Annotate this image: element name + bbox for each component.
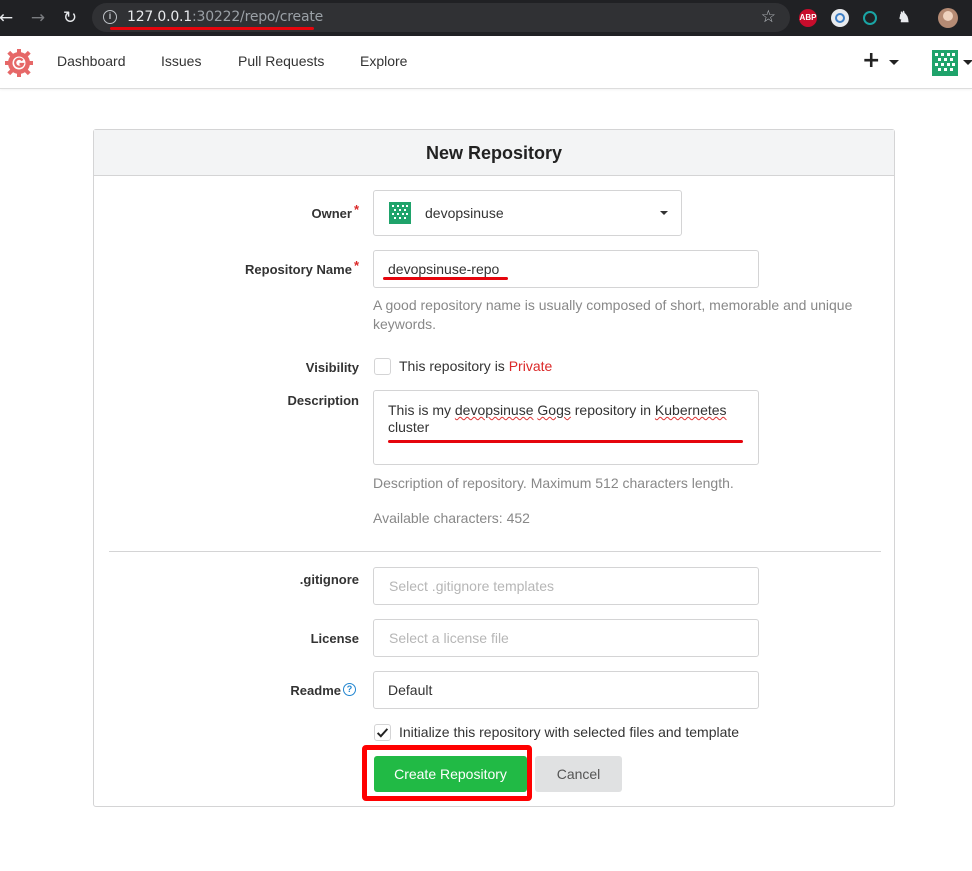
- readme-label: Readme: [290, 683, 341, 698]
- extension-icon[interactable]: [863, 11, 877, 25]
- description-help: Description of repository. Maximum 512 c…: [373, 475, 734, 491]
- info-icon[interactable]: i: [103, 10, 117, 24]
- nav-explore[interactable]: Explore: [360, 53, 407, 69]
- gitignore-label: .gitignore: [299, 572, 359, 587]
- chevron-down-icon[interactable]: [963, 60, 972, 65]
- description-value: This is my devopsinuse Gogs repository i…: [388, 402, 727, 435]
- private-checkbox[interactable]: [374, 358, 391, 375]
- owner-label: Owner *: [311, 202, 359, 221]
- browser-toolbar: ← → ↻ i 127.0.0.1:30222/repo/create ☆ AB…: [0, 0, 972, 36]
- initialize-checkbox[interactable]: [374, 724, 391, 741]
- page-title: New Repository: [425, 143, 563, 163]
- checkmark-icon: [376, 728, 389, 738]
- owner-dropdown[interactable]: devopsinuse: [373, 190, 682, 236]
- adblock-extension-icon[interactable]: ABP: [799, 9, 817, 27]
- visibility-label: Visibility: [305, 360, 359, 375]
- repository-name-help: A good repository name is usually compos…: [373, 297, 853, 332]
- form-header: New Repository: [94, 130, 894, 176]
- user-avatar[interactable]: [932, 50, 958, 76]
- description-textarea[interactable]: This is my devopsinuse Gogs repository i…: [373, 390, 759, 465]
- license-select[interactable]: Select a license file: [373, 619, 759, 657]
- nav-dashboard[interactable]: Dashboard: [57, 53, 126, 69]
- gitignore-select[interactable]: Select .gitignore templates: [373, 567, 759, 605]
- owner-value: devopsinuse: [425, 205, 504, 221]
- cancel-button[interactable]: Cancel: [535, 756, 622, 792]
- extension-icon[interactable]: [831, 9, 849, 27]
- initialize-text: Initialize this repository with selected…: [399, 724, 740, 740]
- url-text: 127.0.0.1:30222/repo/create: [127, 9, 324, 25]
- bookmark-star-icon[interactable]: ☆: [761, 7, 776, 27]
- readme-value: Default: [388, 682, 433, 698]
- forward-icon[interactable]: →: [26, 6, 50, 30]
- nav-issues[interactable]: Issues: [161, 53, 201, 69]
- gitignore-placeholder: Select .gitignore templates: [389, 578, 554, 594]
- repository-name-input[interactable]: devopsinuse-repo: [373, 250, 759, 288]
- create-button-annotation-box: [362, 745, 532, 801]
- description-annotation-underline: [388, 440, 743, 443]
- chevron-down-icon[interactable]: [889, 60, 899, 65]
- new-repository-form: New Repository Owner * devopsinuse Reposi…: [93, 129, 895, 807]
- owner-avatar: [389, 202, 411, 224]
- back-icon[interactable]: ←: [0, 6, 18, 30]
- repository-name-label: Repository Name *: [245, 258, 359, 277]
- description-label: Description: [287, 393, 359, 408]
- available-characters: Available characters: 452: [373, 510, 530, 526]
- nav-pull-requests[interactable]: Pull Requests: [238, 53, 324, 69]
- puzzle-extension-icon[interactable]: ♞: [895, 9, 913, 27]
- url-annotation-underline: [110, 27, 314, 30]
- readme-select[interactable]: Default: [373, 671, 759, 709]
- create-new-icon[interactable]: +: [862, 48, 880, 73]
- chevron-down-icon: [660, 211, 668, 215]
- repository-name-value: devopsinuse-repo: [388, 261, 500, 277]
- license-placeholder: Select a license file: [389, 630, 509, 646]
- license-label: License: [310, 631, 359, 646]
- visibility-text: This repository is Private: [399, 358, 553, 374]
- help-circle-icon[interactable]: ?: [343, 683, 356, 696]
- top-navigation: Dashboard Issues Pull Requests Explore +: [0, 36, 972, 89]
- repo-name-annotation-underline: [383, 277, 508, 280]
- gogs-logo-icon[interactable]: [4, 48, 34, 78]
- section-divider: [109, 551, 881, 552]
- profile-avatar[interactable]: [938, 8, 958, 28]
- reload-icon[interactable]: ↻: [58, 6, 82, 30]
